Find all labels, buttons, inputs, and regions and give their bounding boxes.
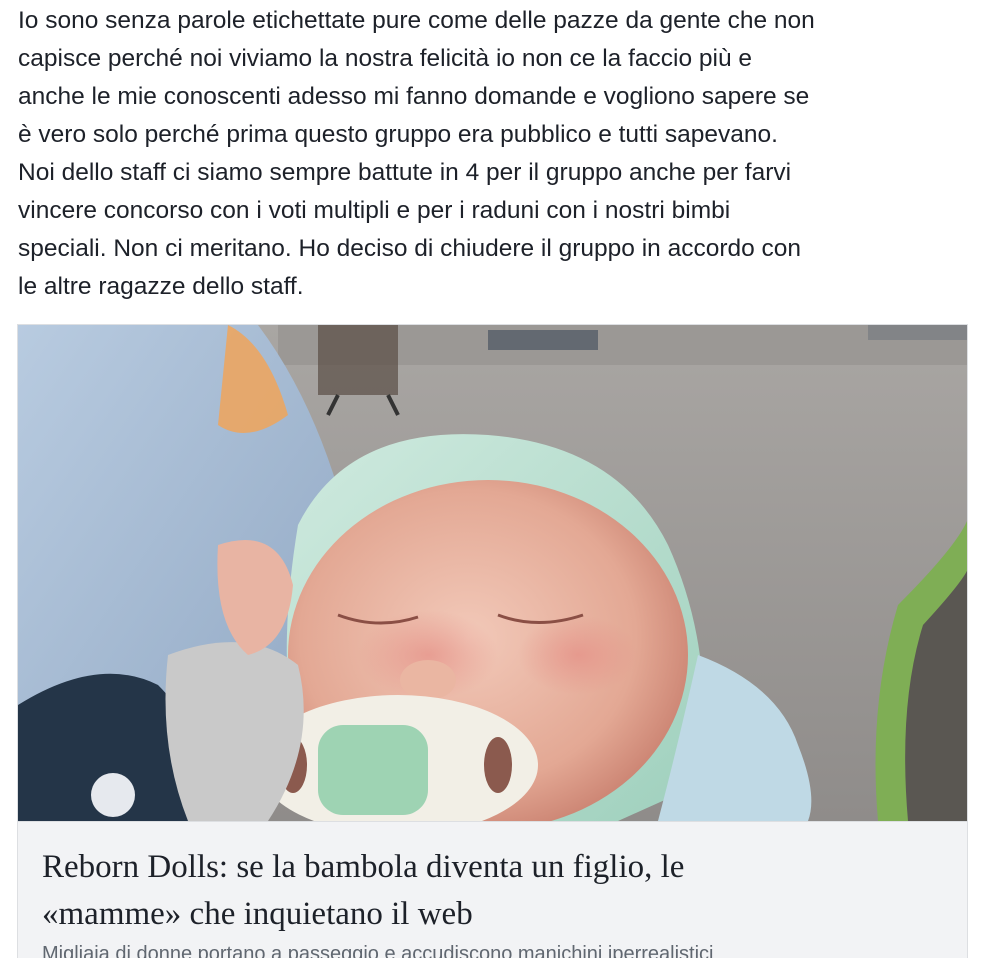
post-text-line: capisce perché noi viviamo la nostra fel…	[18, 45, 753, 72]
link-preview-title[interactable]: Reborn Dolls: se la bambola diventa un f…	[42, 844, 942, 938]
link-preview-description: Migliaia di donne portano a passeggio e …	[42, 943, 714, 958]
post-text-line: è vero solo perché prima questo gruppo e…	[18, 121, 778, 148]
reborn-doll-photo[interactable]	[18, 325, 968, 821]
post-text-line: vincere concorso con i voti multipli e p…	[18, 197, 731, 224]
link-title-line[interactable]: «mamme» che inquietano il web	[42, 891, 942, 938]
link-preview-body: Reborn Dolls: se la bambola diventa un f…	[18, 821, 967, 958]
post-message: Io sono senza parole etichettate pure co…	[18, 2, 978, 306]
facebook-post: Io sono senza parole etichettate pure co…	[0, 0, 992, 958]
post-text-line: Noi dello staff ci siamo sempre battute …	[18, 159, 792, 186]
post-text-line: anche le mie conoscenti adesso mi fanno …	[18, 83, 810, 110]
link-preview-card[interactable]: Reborn Dolls: se la bambola diventa un f…	[17, 324, 968, 958]
post-text-line: speciali. Non ci meritano. Ho deciso di …	[18, 235, 802, 262]
post-text-line: Io sono senza parole etichettate pure co…	[18, 7, 815, 34]
link-title-line[interactable]: Reborn Dolls: se la bambola diventa un f…	[42, 844, 942, 891]
post-text-line: le altre ragazze dello staff.	[18, 273, 304, 300]
